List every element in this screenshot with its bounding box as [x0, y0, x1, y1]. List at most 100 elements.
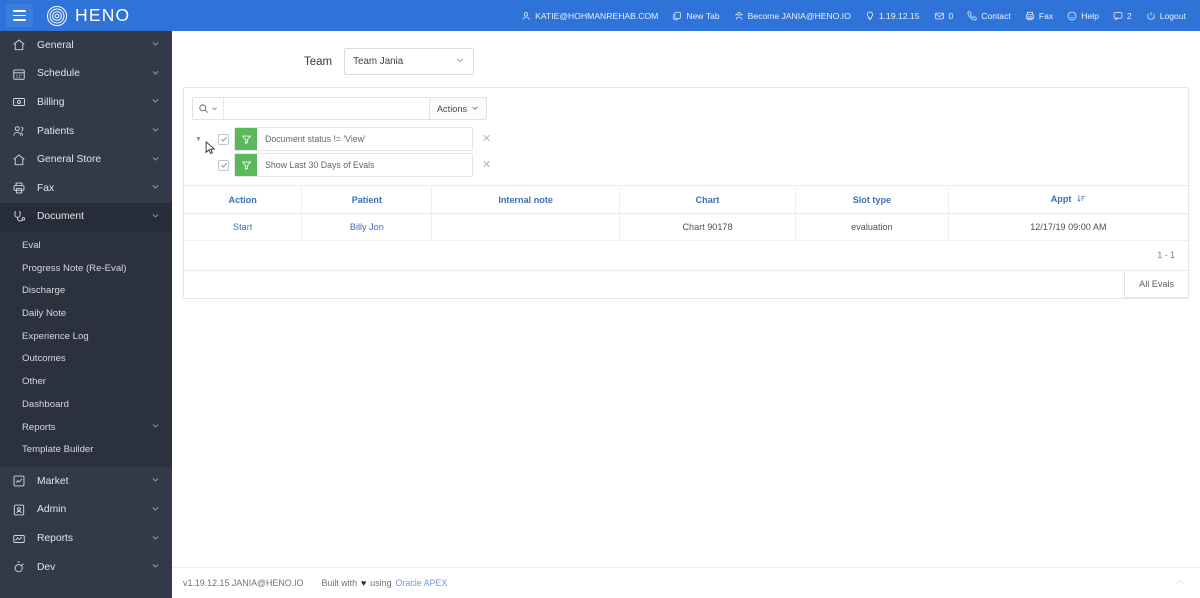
sidebar-subitem-daily-note[interactable]: Daily Note	[0, 302, 172, 325]
column-header-patient[interactable]: Patient	[301, 185, 433, 214]
filter-icon	[235, 154, 257, 176]
column-header-action[interactable]: Action	[184, 185, 303, 214]
dev-icon	[11, 559, 27, 575]
sidebar-subitem-discharge[interactable]: Discharge	[0, 280, 172, 303]
sidebar-item-market[interactable]: Market	[0, 467, 172, 496]
team-label: Team	[304, 55, 333, 68]
sidebar-label: Admin	[37, 504, 67, 516]
filter-chip-list: ▼ Document status != 'View' ✕ Show Last …	[184, 120, 1188, 177]
sidebar-item-fax[interactable]: Fax	[0, 174, 172, 203]
filter-chip-text: Document status != 'View'	[265, 134, 366, 144]
cell-chart: Chart 90178	[619, 213, 797, 241]
mail-icon	[934, 11, 945, 21]
remove-filter-icon[interactable]: ✕	[482, 159, 491, 171]
topnav-logout[interactable]: Logout	[1139, 0, 1193, 31]
column-header-internal-note[interactable]: Internal note	[431, 185, 620, 214]
hamburger-icon[interactable]	[6, 4, 33, 27]
sidebar-item-reports[interactable]: Reports	[0, 524, 172, 553]
chevron-down-icon	[151, 421, 160, 433]
patient-link[interactable]: Billy Jon	[350, 222, 384, 232]
copy-icon	[672, 11, 682, 21]
chevron-down-icon	[151, 182, 160, 194]
cell-patient[interactable]: Billy Jon	[301, 213, 433, 241]
cell-appt: 12/17/19 09:00 AM	[948, 213, 1188, 241]
footer: v1.19.12.15 JANIA@HENO.IO Built with ♥ u…	[172, 567, 1200, 598]
filter-chip[interactable]: Show Last 30 Days of Evals	[234, 153, 473, 177]
topnav-contact[interactable]: Contact	[960, 0, 1018, 31]
sidebar-label: General	[37, 39, 74, 51]
sidebar-label: Dev	[37, 561, 56, 573]
sidebar-item-admin[interactable]: Admin	[0, 496, 172, 525]
chevron-up-icon[interactable]	[1174, 576, 1187, 591]
sidebar-item-billing[interactable]: Billing	[0, 88, 172, 117]
topnav-user-account[interactable]: KATIE@HOHMANREHAB.COM	[514, 0, 665, 31]
search-row: Go Actions	[184, 97, 1188, 120]
chat-icon	[1113, 11, 1123, 21]
topnav-new-tab[interactable]: New Tab	[665, 0, 726, 31]
topnav-messages[interactable]: 0	[927, 0, 961, 31]
remove-filter-icon[interactable]: ✕	[482, 133, 491, 145]
oracle-apex-link[interactable]: Oracle APEX	[396, 578, 448, 588]
column-header-appt[interactable]: Appt	[948, 185, 1188, 214]
chevron-down-icon	[151, 96, 160, 108]
sidebar-item-patients[interactable]: Patients	[0, 117, 172, 146]
sidebar-item-schedule[interactable]: Schedule	[0, 60, 172, 89]
chevron-down-icon	[471, 104, 479, 114]
topnav-version[interactable]: 1.19.12.15	[858, 0, 927, 31]
topnav-chat[interactable]: 2	[1106, 0, 1139, 31]
sidebar-subitem-reports[interactable]: Reports	[0, 416, 172, 439]
sidebar-item-general[interactable]: General	[0, 31, 172, 60]
topnav-become-user[interactable]: Become JANIA@HENO.IO	[727, 0, 858, 31]
actions-button[interactable]: Actions	[429, 97, 487, 120]
column-header-slot-type[interactable]: Slot type	[795, 185, 949, 214]
chevron-down-icon	[151, 211, 160, 223]
footer-using: using	[370, 578, 392, 588]
sidebar-subitem-template-builder[interactable]: Template Builder	[0, 438, 172, 461]
sidebar-item-document[interactable]: Document	[0, 202, 172, 232]
sidebar-subitem-progress-note[interactable]: Progress Note (Re-Eval)	[0, 257, 172, 280]
cell-action[interactable]: Start	[184, 213, 303, 241]
filter-enabled-checkbox[interactable]	[218, 159, 229, 171]
heart-icon: ♥	[361, 578, 367, 588]
sidebar-subitem-outcomes[interactable]: Outcomes	[0, 348, 172, 371]
sidebar-sublabel: Dashboard	[22, 398, 69, 410]
filter-enabled-checkbox[interactable]	[218, 133, 229, 145]
heno-target-logo-icon	[46, 5, 68, 27]
sidebar-label: Patients	[37, 125, 75, 137]
actions-label: Actions	[436, 103, 468, 114]
cell-internal-note	[431, 213, 620, 241]
search-input[interactable]	[224, 98, 436, 119]
sidebar-subitem-experience-log[interactable]: Experience Log	[0, 325, 172, 348]
start-link[interactable]: Start	[233, 222, 252, 232]
phone-icon	[967, 10, 977, 21]
expand-caret-icon[interactable]: ▼	[192, 136, 205, 143]
sidebar-label: Market	[37, 475, 69, 487]
sidebar-sublabel: Template Builder	[22, 444, 94, 456]
sidebar-label: Reports	[37, 533, 74, 545]
sidebar-subitem-other[interactable]: Other	[0, 370, 172, 393]
topnav-fax[interactable]: Fax	[1018, 0, 1060, 31]
team-selector-bar: Team Team Jania	[172, 31, 1200, 75]
column-header-chart[interactable]: Chart	[619, 185, 797, 214]
team-select[interactable]: Team Jania	[344, 48, 475, 75]
sidebar-item-general-store[interactable]: General Store	[0, 145, 172, 174]
chevron-down-icon	[151, 125, 160, 137]
table-row: Start Billy Jon Chart 90178 evaluation 1…	[184, 213, 1188, 241]
topnav-help[interactable]: Help	[1060, 0, 1106, 31]
sidebar-subitem-eval[interactable]: Eval	[0, 234, 172, 257]
filter-chip[interactable]: Document status != 'View'	[234, 127, 473, 151]
sidebar-subitem-dashboard[interactable]: Dashboard	[0, 393, 172, 416]
eval-report-region: Go Actions ▼	[183, 87, 1189, 299]
eval-table: Action Patient Internal note Chart Slot …	[184, 185, 1188, 241]
search-icon[interactable]	[193, 98, 224, 119]
sidebar-item-dev[interactable]: Dev	[0, 553, 172, 582]
all-evals-button[interactable]: All Evals	[1124, 271, 1188, 298]
topnav-label: Fax	[1038, 10, 1054, 21]
topnav-label: 1.19.12.15	[878, 10, 920, 21]
sidebar-label: Document	[37, 211, 84, 223]
column-header-appt-label: Appt	[1050, 194, 1072, 204]
brand-logo-link[interactable]: HENO	[46, 5, 130, 27]
chevron-down-icon	[151, 533, 160, 545]
chevron-down-icon	[151, 68, 160, 80]
footer-version: v1.19.12.15 JANIA@HENO.IO	[183, 578, 304, 588]
